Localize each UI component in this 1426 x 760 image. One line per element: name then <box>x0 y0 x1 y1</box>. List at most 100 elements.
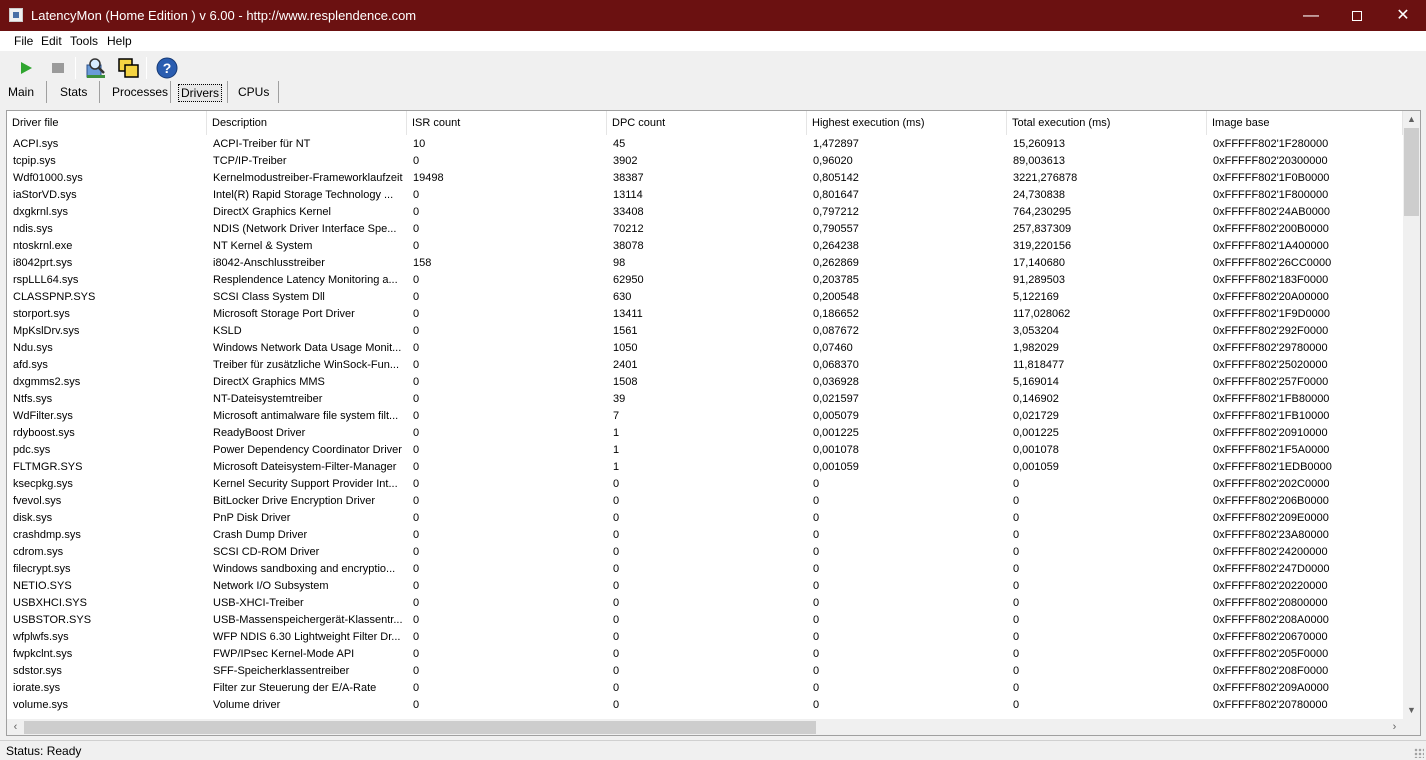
cell-image-base: 0xFFFFF802'257F0000 <box>1213 376 1329 388</box>
table-row[interactable]: tcpip.sys TCP/IP-Treiber 0 3902 0,96020 89,00… <box>7 153 1403 170</box>
table-row[interactable]: fwpkclnt.sys FWP/IPsec Kernel-Mode API 0 0 0… <box>7 646 1403 663</box>
scroll-down-icon[interactable]: ▼ <box>1403 702 1420 719</box>
svg-text:?: ? <box>163 60 172 76</box>
table-row[interactable]: filecrypt.sys Windows sandboxing and encr… <box>7 561 1403 578</box>
table-row[interactable]: NETIO.SYS Network I/O Subsystem 0 0 0 0 0xFFFF… <box>7 578 1403 595</box>
table-row[interactable]: MpKslDrv.sys KSLD 0 1561 0,087672 3,053204 0xF… <box>7 323 1403 340</box>
table-row[interactable]: Ndu.sys Windows Network Data Usage Monit.… <box>7 340 1403 357</box>
cell-total-execution: 257,837309 <box>1013 223 1072 235</box>
column-header-image-base[interactable]: Image base <box>1207 111 1403 135</box>
table-row[interactable]: WdFilter.sys Microsoft antimalware file s… <box>7 408 1403 425</box>
cell-description: Microsoft Storage Port Driver <box>213 308 355 320</box>
cell-isr-count: 0 <box>413 580 420 592</box>
scroll-left-icon[interactable]: ‹ <box>7 719 24 735</box>
report-button[interactable] <box>83 55 109 81</box>
cell-highest-execution: 0 <box>813 495 820 507</box>
table-row[interactable]: pdc.sys Power Dependency Coordinator Driv… <box>7 442 1403 459</box>
table-row[interactable]: USBXHCI.SYS USB-XHCI-Treiber 0 0 0 0 0xFFFFF80… <box>7 595 1403 612</box>
cell-dpc-count: 0 <box>613 563 620 575</box>
table-row[interactable]: cdrom.sys SCSI CD-ROM Driver 0 0 0 0 0xFFFFF80… <box>7 544 1403 561</box>
table-row[interactable]: USBSTOR.SYS USB-Massenspeichergerät-Klass… <box>7 612 1403 629</box>
help-button[interactable]: ? <box>154 55 180 81</box>
cell-image-base: 0xFFFFF802'1F9D0000 <box>1213 308 1331 320</box>
status-text: Status: Ready <box>6 744 82 758</box>
table-row[interactable]: crashdmp.sys Crash Dump Driver 0 0 0 0 0xFFFFF… <box>7 527 1403 544</box>
table-row[interactable]: ACPI.sys ACPI-Treiber für NT 10 45 1,472897 1… <box>7 136 1403 153</box>
horizontal-scroll-thumb[interactable] <box>24 721 816 734</box>
cell-dpc-count: 0 <box>613 529 620 541</box>
table-row[interactable]: CLASSPNP.SYS SCSI Class System Dll 0 630 0,2… <box>7 289 1403 306</box>
menu-edit[interactable]: Edit <box>41 34 62 48</box>
cell-description: SFF-Speicherklassentreiber <box>213 665 350 677</box>
cell-total-execution: 0 <box>1013 648 1020 660</box>
maximize-button[interactable] <box>1334 0 1380 31</box>
stop-button[interactable] <box>45 55 71 81</box>
table-row[interactable]: FLTMGR.SYS Microsoft Dateisystem-Filter-M… <box>7 459 1403 476</box>
table-row[interactable]: storport.sys Microsoft Storage Port Drive… <box>7 306 1403 323</box>
column-header-driver-file[interactable]: Driver file <box>7 111 207 135</box>
cell-total-execution: 11,818477 <box>1013 359 1065 371</box>
cell-driver-file: crashdmp.sys <box>13 529 81 541</box>
cell-highest-execution: 0 <box>813 648 820 660</box>
column-header-total-execution[interactable]: Total execution (ms) <box>1007 111 1207 135</box>
table-row[interactable]: dxgkrnl.sys DirectX Graphics Kernel 0 33408… <box>7 204 1403 221</box>
table-row[interactable]: rdyboost.sys ReadyBoost Driver 0 1 0,001225 0… <box>7 425 1403 442</box>
windows-button[interactable] <box>116 55 142 81</box>
scrollbar-corner <box>1403 719 1420 735</box>
table-row[interactable]: wfplwfs.sys WFP NDIS 6.30 Lightweight Fil… <box>7 629 1403 646</box>
cell-description: Crash Dump Driver <box>213 529 308 541</box>
cell-image-base: 0xFFFFF802'26CC0000 <box>1213 257 1332 269</box>
column-header-isr-count[interactable]: ISR count <box>407 111 607 135</box>
table-row[interactable]: rspLLL64.sys Resplendence Latency Monitor… <box>7 272 1403 289</box>
cell-driver-file: i8042prt.sys <box>13 257 73 269</box>
table-row[interactable]: iaStorVD.sys Intel(R) Rapid Storage Techn… <box>7 187 1403 204</box>
cell-dpc-count: 3902 <box>613 155 638 167</box>
cell-dpc-count: 1 <box>613 427 620 439</box>
table-row[interactable]: i8042prt.sys i8042-Anschlusstreiber 158 98 0… <box>7 255 1403 272</box>
toolbar: ? <box>0 53 1426 81</box>
horizontal-scrollbar[interactable]: ‹ › <box>7 719 1403 735</box>
table-row[interactable]: dxgmms2.sys DirectX Graphics MMS 0 1508 0,03… <box>7 374 1403 391</box>
start-button[interactable] <box>13 55 39 81</box>
resize-grip-icon[interactable] <box>1414 748 1424 758</box>
cell-highest-execution: 0 <box>813 580 820 592</box>
tab-main[interactable]: Main <box>8 84 34 102</box>
table-row[interactable]: volume.sys Volume driver 0 0 0 0 0xFFFFF802'20… <box>7 697 1403 714</box>
table-row[interactable]: afd.sys Treiber für zusätzliche WinSock-F… <box>7 357 1403 374</box>
table-row[interactable]: disk.sys PnP Disk Driver 0 0 0 0 0xFFFFF802'20… <box>7 510 1403 527</box>
cell-highest-execution: 0,264238 <box>813 240 859 252</box>
tab-cpus[interactable]: CPUs <box>238 84 269 102</box>
cell-dpc-count: 13411 <box>613 308 643 320</box>
cell-highest-execution: 0,200548 <box>813 291 859 303</box>
table-row[interactable]: ndis.sys NDIS (Network Driver Interface S… <box>7 221 1403 238</box>
table-row[interactable]: sdstor.sys SFF-Speicherklassentreiber 0 0 0 0… <box>7 663 1403 680</box>
cell-highest-execution: 0,001059 <box>813 461 859 473</box>
column-header-highest-execution[interactable]: Highest execution (ms) <box>807 111 1007 135</box>
column-header-description[interactable]: Description <box>207 111 407 135</box>
close-button[interactable]: ✕ <box>1380 0 1426 31</box>
cell-highest-execution: 0,001225 <box>813 427 859 439</box>
table-row[interactable]: ntoskrnl.exe NT Kernel & System 0 38078 0,26… <box>7 238 1403 255</box>
table-row[interactable]: iorate.sys Filter zur Steuerung der E/A-R… <box>7 680 1403 697</box>
cell-image-base: 0xFFFFF802'206B0000 <box>1213 495 1329 507</box>
cell-isr-count: 0 <box>413 359 420 371</box>
tab-processes[interactable]: Processes <box>112 84 168 102</box>
table-row[interactable]: fvevol.sys BitLocker Drive Encryption Dri… <box>7 493 1403 510</box>
cell-description: USB-Massenspeichergerät-Klassentr... <box>213 614 403 626</box>
tab-stats[interactable]: Stats <box>60 84 87 102</box>
table-row[interactable]: ksecpkg.sys Kernel Security Support Provi… <box>7 476 1403 493</box>
table-row[interactable]: Ntfs.sys NT-Dateisystemtreiber 0 39 0,021597… <box>7 391 1403 408</box>
menu-file[interactable]: File <box>14 34 33 48</box>
scroll-right-icon[interactable]: › <box>1386 719 1403 735</box>
menu-help[interactable]: Help <box>107 34 132 48</box>
minimize-button[interactable]: — <box>1288 0 1334 31</box>
menu-tools[interactable]: Tools <box>70 34 98 48</box>
table-row[interactable]: Wdf01000.sys Kernelmodustreiber-Framework… <box>7 170 1403 187</box>
scroll-up-icon[interactable]: ▲ <box>1403 111 1420 128</box>
vertical-scroll-thumb[interactable] <box>1404 128 1419 216</box>
cell-image-base: 0xFFFFF802'1EDB0000 <box>1213 461 1332 473</box>
cell-description: BitLocker Drive Encryption Driver <box>213 495 375 507</box>
vertical-scrollbar[interactable]: ▲ ▼ <box>1403 111 1420 719</box>
column-header-dpc-count[interactable]: DPC count <box>607 111 807 135</box>
tab-drivers[interactable]: Drivers <box>178 84 222 102</box>
